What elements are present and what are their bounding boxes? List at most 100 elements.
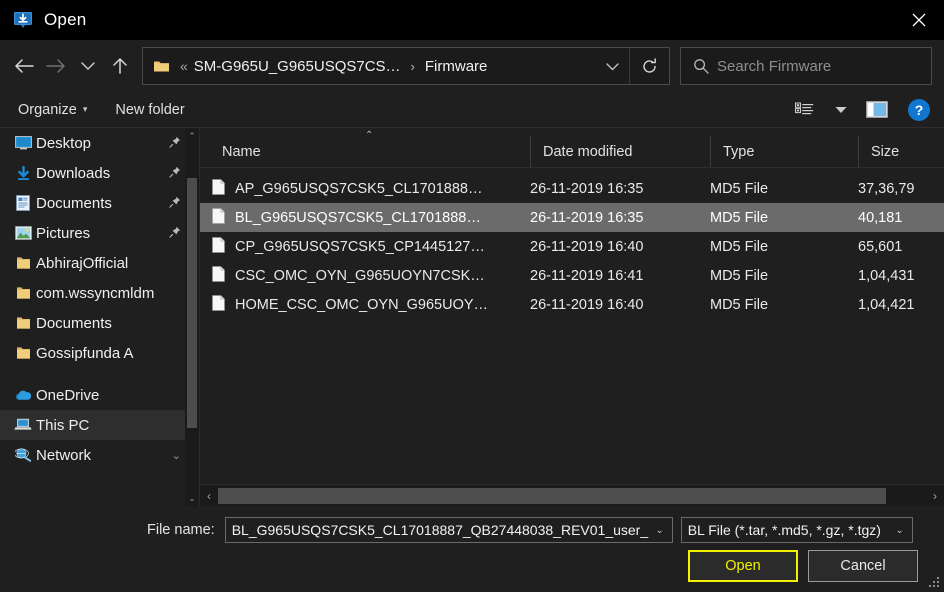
sidebar-item-pictures[interactable]: Pictures: [0, 218, 185, 248]
file-type-value: BL File (*.tar, *.md5, *.gz, *.tgz): [687, 522, 881, 538]
sidebar-item-label: com.wssyncmldm: [36, 284, 155, 302]
back-icon[interactable]: [8, 50, 40, 82]
file-name-label: File name:: [147, 522, 215, 538]
downloads-icon: [14, 165, 32, 181]
pin-icon[interactable]: [169, 166, 185, 181]
file-name-text: CP_G965USQS7CSK5_CP1445127…: [235, 238, 485, 255]
close-icon[interactable]: [894, 0, 944, 40]
file-name-text: CSC_OMC_OYN_G965UOYN7CSK…: [235, 267, 485, 284]
breadcrumb-separator: ›: [410, 58, 415, 74]
forward-icon[interactable]: [40, 50, 72, 82]
breadcrumb-overflow[interactable]: «: [176, 58, 192, 74]
column-header-date-modified[interactable]: Date modified: [530, 136, 710, 167]
file-type-cell: MD5 File: [710, 209, 769, 226]
cancel-button[interactable]: Cancel: [808, 550, 918, 582]
resize-grip[interactable]: [927, 575, 941, 589]
sidebar-item-downloads[interactable]: Downloads: [0, 158, 185, 188]
md5-file-icon: [212, 236, 226, 257]
file-type-cell: MD5 File: [710, 267, 769, 284]
scroll-right-icon[interactable]: ›: [926, 485, 944, 507]
table-row[interactable]: AP_G965USQS7CSK5_CL1701888… 26-11-2019 1…: [200, 174, 944, 203]
sidebar-item-documents-pinned[interactable]: Documents: [0, 188, 185, 218]
breadcrumb-item-current[interactable]: Firmware: [423, 58, 490, 75]
scrollbar-track[interactable]: [185, 144, 199, 490]
scroll-down-icon[interactable]: ⌄: [185, 490, 199, 506]
file-date-cell: 26-11-2019 16:40: [530, 238, 644, 255]
refresh-icon[interactable]: [629, 48, 669, 84]
sidebar-item-desktop[interactable]: Desktop: [0, 128, 185, 158]
organize-button[interactable]: Organize ▾: [18, 102, 87, 118]
table-row[interactable]: HOME_CSC_OMC_OYN_G965UOY… 26-11-2019 16:…: [200, 290, 944, 319]
navigation-bar: « SM-G965U_G965USQS7CS… › Firmware: [0, 40, 944, 92]
pictures-icon: [14, 225, 32, 241]
file-list: AP_G965USQS7CSK5_CL1701888… 26-11-2019 1…: [200, 168, 944, 484]
file-date-cell: 26-11-2019 16:41: [530, 267, 644, 284]
md5-file-icon: [212, 178, 226, 199]
title-bar: Open: [0, 0, 944, 40]
sidebar-item-label: AbhirajOfficial: [36, 254, 129, 272]
file-name-cell: HOME_CSC_OMC_OYN_G965UOY…: [200, 294, 530, 315]
chevron-down-icon: ▾: [82, 104, 88, 114]
scrollbar-track[interactable]: [218, 485, 926, 507]
chevron-down-icon[interactable]: [595, 48, 629, 84]
file-type-cell: MD5 File: [710, 296, 769, 313]
chevron-down-icon[interactable]: ⌄: [649, 525, 669, 536]
new-folder-button[interactable]: New folder: [115, 102, 184, 118]
sidebar-item-onedrive[interactable]: OneDrive: [0, 380, 185, 410]
chevron-down-icon[interactable]: ⌄: [172, 449, 185, 462]
address-bar[interactable]: « SM-G965U_G965USQS7CS… › Firmware: [142, 47, 670, 85]
sidebar-item-label: Documents: [36, 314, 112, 332]
file-name-cell: BL_G965USQS7CSK5_CL1701888…: [200, 207, 530, 228]
file-type-combobox[interactable]: BL File (*.tar, *.md5, *.gz, *.tgz) ⌄: [680, 517, 913, 543]
file-size-cell: 1,04,431: [858, 267, 915, 284]
view-dropdown-chevron-down-icon[interactable]: [824, 96, 858, 124]
md5-file-icon: [212, 207, 226, 228]
organize-label: Organize: [18, 101, 77, 118]
folder-icon: [153, 59, 170, 73]
sidebar-item-gossipfunda[interactable]: Gossipfunda A: [0, 338, 185, 368]
pin-icon[interactable]: [169, 226, 185, 241]
table-row[interactable]: CSC_OMC_OYN_G965UOYN7CSK… 26-11-2019 16:…: [200, 261, 944, 290]
scroll-left-icon[interactable]: ‹: [200, 485, 218, 507]
file-name-combobox[interactable]: ⌄: [224, 517, 673, 543]
sidebar-item-label: Downloads: [36, 164, 111, 182]
search-input[interactable]: [717, 57, 931, 75]
dialog-footer: File name: ⌄ BL File (*.tar, *.md5, *.gz…: [0, 506, 944, 592]
table-row[interactable]: CP_G965USQS7CSK5_CP1445127… 26-11-2019 1…: [200, 232, 944, 261]
sidebar-item-label: This PC: [36, 416, 90, 434]
preview-pane-icon[interactable]: [860, 96, 894, 124]
file-size-cell: 1,04,421: [858, 296, 915, 313]
search-box[interactable]: [680, 47, 932, 85]
help-icon[interactable]: ?: [908, 98, 930, 121]
file-name-input[interactable]: [231, 522, 650, 538]
folder-icon: [14, 255, 32, 271]
sidebar-item-documents-folder[interactable]: Documents: [0, 308, 185, 338]
folder-icon: [14, 315, 32, 331]
sidebar-item-this-pc[interactable]: This PC: [0, 410, 185, 440]
sidebar-item-abhirajofficial[interactable]: AbhirajOfficial: [0, 248, 185, 278]
chevron-down-icon[interactable]: ⌄: [889, 525, 909, 536]
file-list-horizontal-scrollbar[interactable]: ‹ ›: [200, 484, 944, 506]
column-header-size[interactable]: Size: [858, 136, 944, 167]
table-row[interactable]: BL_G965USQS7CSK5_CL1701888… 26-11-2019 1…: [200, 203, 944, 232]
scroll-up-icon[interactable]: ⌃: [185, 128, 199, 144]
pin-icon[interactable]: [169, 136, 185, 151]
sidebar-item-com-wssyncmldm[interactable]: com.wssyncmldm: [0, 278, 185, 308]
pin-icon[interactable]: [169, 196, 185, 211]
sidebar-vertical-scrollbar[interactable]: ⌃ ⌄: [185, 128, 199, 506]
folder-icon: [14, 285, 32, 301]
sidebar-item-network[interactable]: Network ⌄: [0, 440, 185, 470]
scrollbar-thumb[interactable]: [187, 178, 197, 428]
scrollbar-thumb[interactable]: [218, 487, 886, 504]
view-options-group: ?: [788, 96, 944, 124]
recent-locations-icon[interactable]: [72, 50, 104, 82]
up-one-level-icon[interactable]: [104, 50, 136, 82]
column-header-type[interactable]: Type: [710, 136, 858, 167]
dialog-button-row: Open Cancel: [14, 548, 930, 584]
open-file-dialog: Open « SM-G965U_G965USQS7CS… › Firmware …: [0, 0, 944, 592]
file-name-cell: AP_G965USQS7CSK5_CL1701888…: [200, 178, 530, 199]
list-view-icon[interactable]: [788, 96, 822, 124]
breadcrumb-item-parent[interactable]: SM-G965U_G965USQS7CS…: [192, 58, 403, 75]
open-button[interactable]: Open: [688, 550, 798, 582]
column-header-row: Name Date modified Type Size: [200, 136, 944, 168]
